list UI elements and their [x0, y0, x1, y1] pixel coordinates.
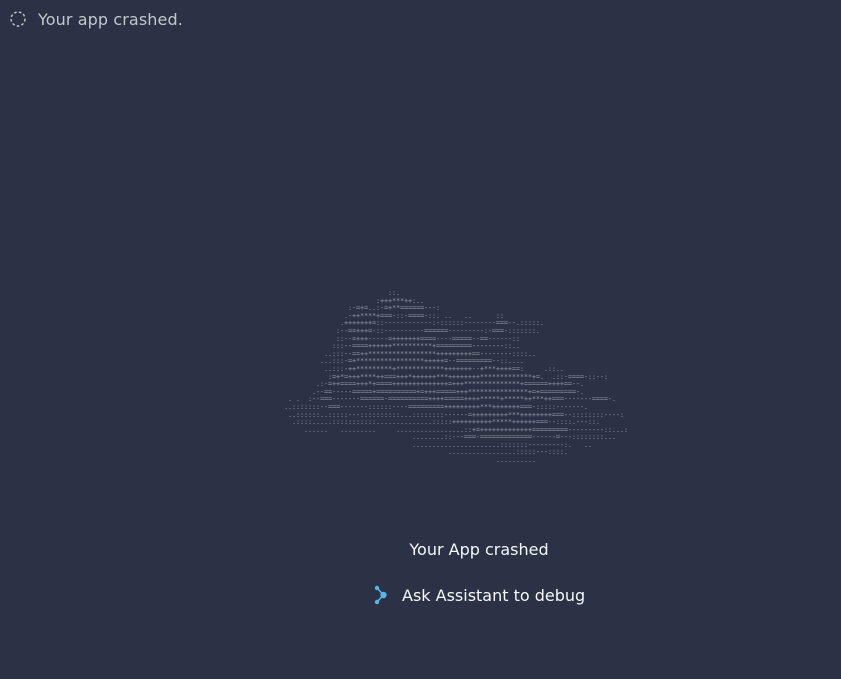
ascii-art-cloud: ::. :+++***++:.. :-=+=..:-=+**======---:… — [283, 289, 628, 465]
status-text: Your app crashed. — [38, 9, 183, 29]
ask-assistant-debug-button[interactable]: Ask Assistant to debug — [372, 582, 585, 608]
crash-title: Your App crashed — [409, 540, 549, 559]
debug-button-label: Ask Assistant to debug — [402, 585, 586, 605]
assistant-icon — [372, 585, 388, 605]
status-bar: Your app crashed. — [10, 8, 183, 30]
loading-spinner-icon — [10, 11, 26, 27]
app-crash-screen: Your app crashed. ::. :+++***++:.. :-=+=… — [0, 0, 841, 679]
